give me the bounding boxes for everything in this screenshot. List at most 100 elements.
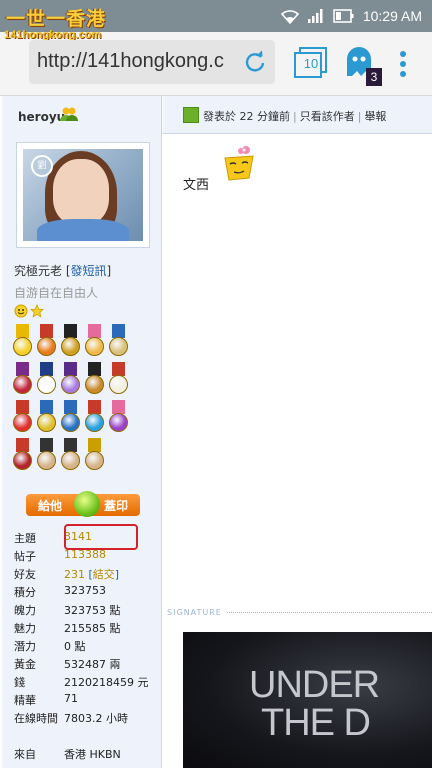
- stat-label: 來自: [14, 748, 36, 761]
- stat-row: 積分 323753: [14, 584, 162, 602]
- overflow-menu-icon[interactable]: [396, 50, 410, 78]
- status-icons: 10:29 AM: [280, 7, 422, 25]
- stamp-button-left: 給他: [38, 499, 63, 513]
- signature-image[interactable]: UNDER THE D: [183, 632, 432, 768]
- stat-value: 2120218459 元: [64, 676, 149, 689]
- report-link[interactable]: 舉報: [364, 110, 386, 123]
- stat-row: 精華 71: [14, 692, 162, 710]
- battery-icon: [333, 9, 354, 23]
- tab-count: 10: [303, 56, 319, 71]
- stat-row: [14, 728, 162, 746]
- username[interactable]: heroyu: [18, 110, 65, 124]
- stat-row: 魄力 323753 點: [14, 602, 162, 620]
- stat-value: 71: [64, 692, 78, 705]
- stamp-orb-icon: [74, 491, 100, 517]
- stat-value: 7803.2 小時: [64, 712, 128, 725]
- stat-label: 黃金: [14, 658, 36, 671]
- stat-label: 精華: [14, 694, 36, 707]
- stamp-button-right: 蓋印: [104, 499, 129, 513]
- stat-row: 在線時間 7803.2 小時: [14, 710, 162, 728]
- emoji-icon: [224, 146, 254, 181]
- stat-value[interactable]: 113388: [64, 548, 106, 566]
- medal-icon[interactable]: [12, 438, 33, 474]
- medal-icon[interactable]: [84, 362, 105, 398]
- signature-label: SIGNATURE: [167, 608, 226, 617]
- stat-label: 在線時間: [14, 712, 58, 725]
- avatar[interactable]: 劉: [23, 149, 143, 241]
- stat-row: 潛力 0 點: [14, 638, 162, 656]
- user-motto: 自游自在自由人: [14, 286, 99, 300]
- star-icon: [30, 304, 44, 318]
- medal-icon[interactable]: [60, 438, 81, 474]
- signature-text-line1: UNDER: [249, 664, 380, 706]
- medal-icon[interactable]: [84, 324, 105, 360]
- stat-label: 潛力: [14, 640, 36, 653]
- stat-value: 323753 點: [64, 604, 121, 617]
- medal-icon[interactable]: [12, 400, 33, 436]
- medal-icon[interactable]: [108, 324, 129, 360]
- stat-row: 帖子 113388: [14, 548, 162, 566]
- stat-label: 魄力: [14, 604, 36, 617]
- stat-value[interactable]: 231 [結交]: [64, 566, 119, 584]
- rank-stars: [14, 304, 44, 318]
- medal-icon[interactable]: [60, 362, 81, 398]
- medal-icon[interactable]: [36, 362, 57, 398]
- medal-icon[interactable]: [12, 324, 33, 360]
- avatar-stamp: 劉: [31, 155, 53, 177]
- medal-icon[interactable]: [84, 400, 105, 436]
- ghost-button[interactable]: 3: [344, 46, 384, 86]
- rank-bracket-close: ]: [106, 264, 112, 278]
- signal-icon: [307, 9, 323, 23]
- stat-label: 錢: [14, 676, 25, 689]
- stat-value: 0 點: [64, 640, 86, 653]
- ghost-badge: 3: [366, 68, 382, 86]
- stat-label: 主題: [14, 532, 36, 545]
- users-icon: [60, 107, 78, 121]
- wifi-icon: [280, 10, 299, 24]
- highlight-annotation: [64, 524, 138, 550]
- stat-value: 香港 HKBN: [64, 748, 121, 761]
- stat-label: [14, 728, 64, 746]
- clock: 10:29 AM: [362, 8, 422, 24]
- rank-title: 究極元老: [14, 264, 66, 278]
- tabs-button[interactable]: 10: [292, 46, 328, 80]
- medal-icon[interactable]: [12, 362, 33, 398]
- medal-icon[interactable]: [108, 400, 129, 436]
- stat-label: 魅力: [14, 622, 36, 635]
- post-header: 發表於 22 分鐘前 | 只看該作者 | 舉報: [163, 96, 432, 134]
- status-bar: 一世一香港 10:29 AM: [0, 0, 432, 32]
- stat-label: 積分: [14, 586, 36, 599]
- stat-row: 來自 香港 HKBN: [14, 746, 162, 764]
- url-field[interactable]: http://141hongkong.c: [29, 40, 275, 84]
- user-stats: 主題 3141 帖子 113388 好友 231 [結交] 積分 323753 魄力 323753…: [14, 530, 162, 764]
- medal-icon[interactable]: [36, 438, 57, 474]
- medal-icon[interactable]: [84, 438, 105, 474]
- medal-icon[interactable]: [60, 324, 81, 360]
- post-meta: 發表於 22 分鐘前 | 只看該作者 | 舉報: [203, 110, 387, 123]
- user-rank: 究極元老 [發短訊]: [14, 262, 111, 279]
- stat-value: 215585 點: [64, 622, 121, 635]
- medal-icon[interactable]: [36, 400, 57, 436]
- signature-text-line2: THE D: [261, 702, 371, 744]
- site-logo-top: 一世一香港: [6, 8, 107, 30]
- post-area: 發表於 22 分鐘前 | 只看該作者 | 舉報 文西 SIGNATURE UNDER T…: [163, 96, 432, 768]
- browser-toolbar: 141hongkong.com http://141hongkong.c 10 …: [0, 29, 432, 96]
- stat-label: 好友: [14, 568, 36, 581]
- avatar-frame[interactable]: 劉: [16, 142, 150, 248]
- medal-icon[interactable]: [60, 400, 81, 436]
- reload-icon[interactable]: [243, 50, 267, 74]
- medal-icon[interactable]: [36, 324, 57, 360]
- medal-icon[interactable]: [108, 362, 129, 398]
- online-status-icon: [183, 107, 199, 123]
- medal-collection: [12, 324, 152, 474]
- post-time: 發表於 22 分鐘前: [203, 110, 290, 123]
- stamp-button[interactable]: 給他 蓋印: [26, 491, 140, 517]
- add-friend-link[interactable]: 結交: [93, 568, 115, 581]
- url-text[interactable]: http://141hongkong.c: [37, 50, 237, 73]
- stat-row: 錢 2120218459 元: [14, 674, 162, 692]
- stat-value: 323753: [64, 584, 106, 597]
- send-message-link[interactable]: 發短訊: [71, 264, 107, 278]
- stat-label: 帖子: [14, 550, 36, 563]
- stat-row: 黃金 532487 兩: [14, 656, 162, 674]
- author-only-link[interactable]: 只看該作者: [300, 110, 355, 123]
